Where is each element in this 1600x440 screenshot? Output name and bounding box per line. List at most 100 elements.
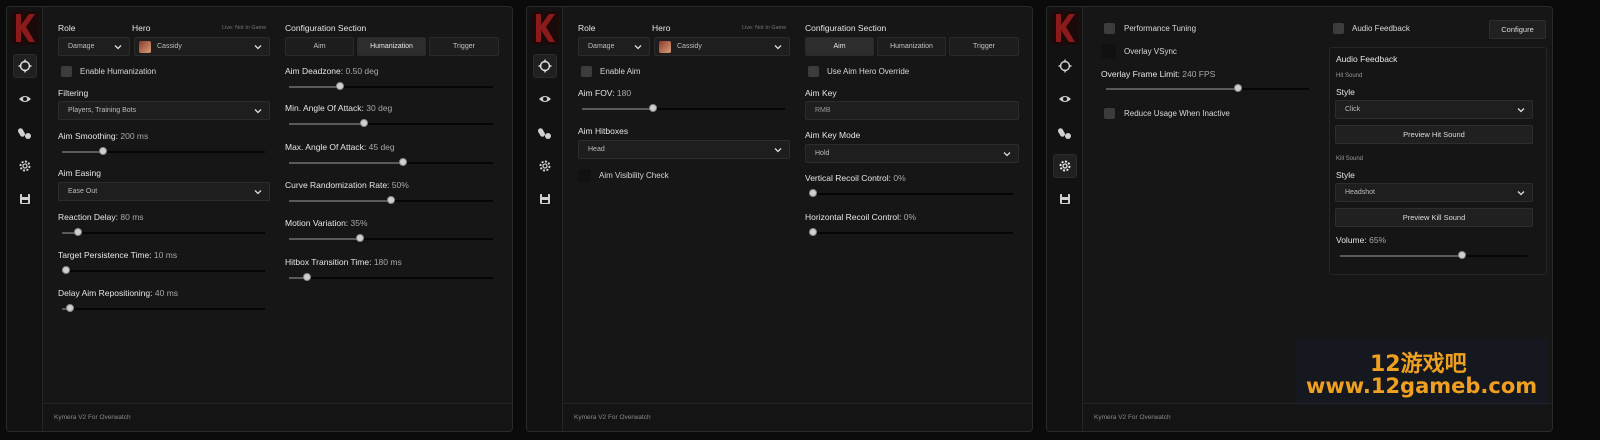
kill-style-label: Style: [1336, 170, 1355, 180]
curve-randomization-slider[interactable]: [289, 196, 493, 206]
hitbox-transition-slider[interactable]: [289, 273, 493, 283]
slider-knob[interactable]: [74, 228, 83, 236]
slider-knob[interactable]: [62, 266, 71, 274]
slider-knob[interactable]: [1233, 84, 1242, 92]
slider-knob[interactable]: [98, 147, 107, 155]
slider-knob[interactable]: [809, 189, 818, 197]
filtering-select[interactable]: Players, Training Bots: [58, 101, 270, 120]
enable-humanization-label: Enable Humanization: [80, 67, 157, 76]
slider-knob[interactable]: [336, 82, 344, 90]
hit-style-select[interactable]: Click: [1335, 100, 1533, 119]
aim-deadzone-slider[interactable]: [289, 82, 493, 92]
slider-knob[interactable]: [1457, 251, 1466, 259]
target-persistence-label: Target Persistence Time: 10 ms: [58, 250, 178, 260]
min-angle-label: Min. Angle Of Attack: 30 deg: [285, 103, 393, 113]
slider-knob[interactable]: [649, 104, 658, 112]
slider-knob[interactable]: [360, 119, 369, 127]
max-angle-label: Max. Angle Of Attack: 45 deg: [285, 142, 395, 152]
nav-misc[interactable]: [13, 121, 37, 145]
slider-knob[interactable]: [399, 158, 408, 166]
nav-visuals[interactable]: [13, 87, 37, 111]
nav-aim[interactable]: [533, 54, 557, 78]
aim-key-mode-select[interactable]: Hold: [805, 144, 1019, 163]
preview-hit-sound-button[interactable]: Preview Hit Sound: [1335, 125, 1533, 144]
nav-save[interactable]: [533, 187, 557, 211]
enable-aim-checkbox[interactable]: [581, 66, 592, 77]
save-icon: [540, 194, 550, 204]
kill-style-value: Headshot: [1345, 189, 1375, 196]
slider-knob[interactable]: [303, 273, 312, 281]
hitbox-transition-label: Hitbox Transition Time: 180 ms: [285, 257, 402, 267]
kill-style-select[interactable]: Headshot: [1335, 183, 1533, 202]
performance-tuning-checkbox[interactable]: [1104, 23, 1115, 34]
aim-visibility-checkbox[interactable]: [578, 169, 591, 182]
nav-settings[interactable]: [533, 154, 557, 178]
nav-visuals[interactable]: [533, 87, 557, 111]
tab-trigger[interactable]: Trigger: [429, 37, 499, 56]
aim-key-input[interactable]: RMB: [805, 101, 1019, 120]
nav-aim[interactable]: [13, 54, 37, 78]
nav-settings[interactable]: [13, 154, 37, 178]
slider-knob[interactable]: [356, 234, 365, 242]
role-select[interactable]: Damage: [58, 37, 130, 56]
save-icon: [1060, 194, 1070, 204]
vertical-recoil-slider[interactable]: [809, 189, 1013, 199]
chevron-down-icon: [1517, 108, 1525, 113]
aim-hitboxes-label: Aim Hitboxes: [578, 126, 629, 136]
tab-humanization[interactable]: Humanization: [357, 37, 426, 56]
use-override-checkbox[interactable]: [808, 66, 819, 77]
enable-humanization-checkbox[interactable]: [61, 66, 72, 77]
horizontal-recoil-slider[interactable]: [809, 228, 1013, 238]
tab-trigger[interactable]: Trigger: [949, 37, 1019, 56]
performance-tuning-label: Performance Tuning: [1124, 24, 1197, 33]
aim-easing-value: Ease Out: [68, 188, 98, 195]
nav-aim[interactable]: [1053, 54, 1077, 78]
hero-select[interactable]: Cassidy: [654, 37, 790, 56]
chevron-down-icon: [774, 45, 782, 50]
tab-aim[interactable]: Aim: [805, 37, 874, 56]
hero-select[interactable]: Cassidy: [134, 37, 270, 56]
aim-hitboxes-select[interactable]: Head: [578, 140, 790, 159]
nav-misc[interactable]: [533, 121, 557, 145]
audio-feedback-checkbox[interactable]: [1333, 23, 1344, 34]
motion-variation-slider[interactable]: [289, 234, 493, 244]
preview-kill-sound-button[interactable]: Preview Kill Sound: [1335, 208, 1533, 227]
slider-knob[interactable]: [809, 228, 818, 236]
reaction-delay-slider[interactable]: [62, 228, 265, 238]
min-angle-slider[interactable]: [289, 119, 493, 129]
nav-save[interactable]: [13, 187, 37, 211]
nav-settings[interactable]: [1053, 154, 1077, 178]
crosshair-icon: [1058, 59, 1072, 73]
filtering-label: Filtering: [58, 88, 89, 98]
hero-label: Hero: [652, 23, 671, 33]
pill-icon: [538, 128, 551, 139]
configure-button[interactable]: Configure: [1489, 20, 1546, 39]
tab-humanization[interactable]: Humanization: [877, 37, 946, 56]
audio-feedback-title: Audio Feedback: [1336, 54, 1398, 64]
tab-aim[interactable]: Aim: [285, 37, 354, 56]
kill-sound-label: Kill Sound: [1336, 156, 1364, 162]
content: Role Hero Live: Not In Game Damage Cassi…: [44, 7, 512, 403]
overlay-vsync-checkbox[interactable]: [1101, 44, 1116, 59]
nav-save[interactable]: [1053, 187, 1077, 211]
nav-misc[interactable]: [1053, 121, 1077, 145]
footer: Kymera V2 For Overwatch: [1084, 403, 1552, 431]
hit-style-label: Style: [1336, 87, 1355, 97]
aim-fov-slider[interactable]: [582, 104, 785, 114]
reduce-usage-checkbox[interactable]: [1104, 108, 1115, 119]
role-select[interactable]: Damage: [578, 37, 650, 56]
frame-limit-slider[interactable]: [1106, 84, 1309, 94]
max-angle-slider[interactable]: [289, 158, 493, 168]
slider-knob[interactable]: [66, 304, 75, 312]
eye-icon: [1059, 96, 1071, 102]
delay-aim-repositioning-slider[interactable]: [62, 304, 265, 314]
nav-visuals[interactable]: [1053, 87, 1077, 111]
volume-slider[interactable]: [1340, 251, 1527, 261]
motion-variation-label: Motion Variation: 35%: [285, 218, 368, 228]
target-persistence-slider[interactable]: [62, 266, 265, 276]
overlay-vsync-label: Overlay VSync: [1124, 47, 1177, 56]
slider-knob[interactable]: [387, 196, 395, 204]
aim-easing-label: Aim Easing: [58, 168, 101, 178]
aim-easing-select[interactable]: Ease Out: [58, 182, 270, 201]
aim-smoothing-slider[interactable]: [62, 147, 265, 157]
